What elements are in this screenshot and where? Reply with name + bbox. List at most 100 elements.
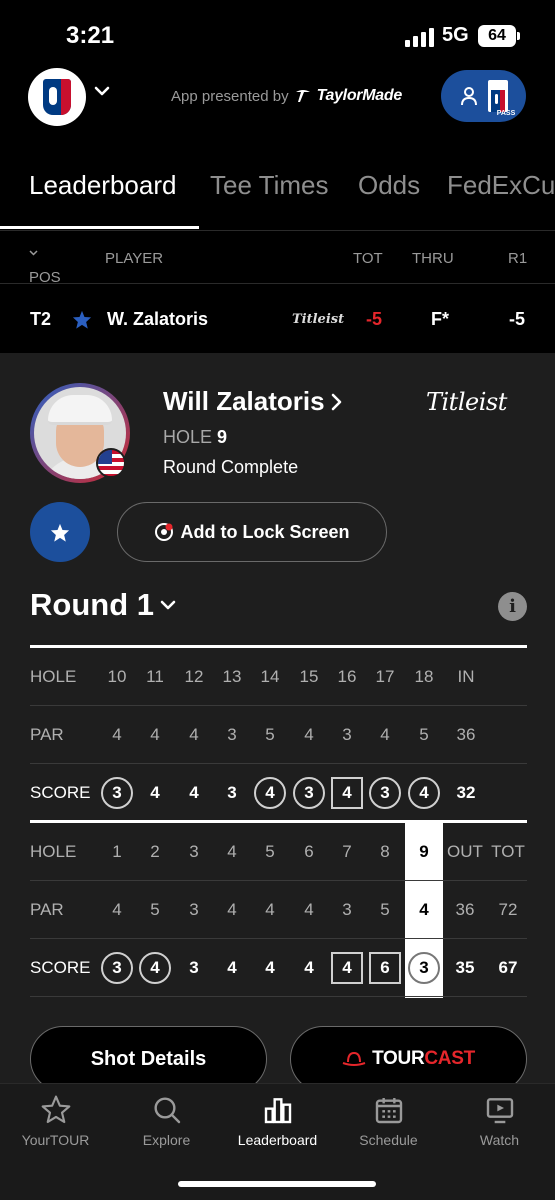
hole-cell: TOT xyxy=(491,842,525,861)
tabbar-label: YourTOUR xyxy=(21,1132,90,1148)
par-cell: 4 xyxy=(112,900,122,919)
score-cell: 4 xyxy=(136,939,174,997)
tour-pass-button[interactable]: PASS xyxy=(441,70,526,122)
par-cell: 4 xyxy=(227,900,237,919)
hole-cell: 4 xyxy=(227,842,237,861)
birdie-marker: 3 xyxy=(408,952,440,984)
score-cell: 3 xyxy=(366,764,404,822)
birdie-marker: 4 xyxy=(254,777,286,809)
row-r1: -5 xyxy=(509,309,526,329)
tabbar-item-schedule[interactable]: Schedule xyxy=(333,1094,444,1148)
hole-cell: 16 xyxy=(337,667,357,686)
score-cell: 3 xyxy=(98,939,136,997)
par-cell: 3 xyxy=(342,900,352,919)
par-cell: 36 xyxy=(456,725,476,744)
row-total: -5 xyxy=(366,309,383,329)
score-cell: 3 xyxy=(405,939,443,997)
row-label: SCORE xyxy=(30,783,91,802)
tabbar-label: Schedule xyxy=(359,1132,418,1148)
pass-label: PASS xyxy=(496,110,516,117)
tourcast-label-a: TOUR xyxy=(372,1048,425,1069)
tot-header: TOT xyxy=(353,250,383,267)
par-cell: 36 xyxy=(455,900,475,919)
par-cell: 72 xyxy=(498,900,518,919)
signal-icon xyxy=(405,28,434,47)
score-cell: 4 xyxy=(265,958,275,977)
par-cell: 4 xyxy=(304,900,314,919)
par-cell: 4 xyxy=(380,725,390,744)
tabbar-item-watch[interactable]: Watch xyxy=(444,1094,555,1148)
hole-cell: 15 xyxy=(299,667,319,686)
tabbar-label: Watch xyxy=(479,1132,520,1148)
par-cell: 4 xyxy=(419,900,429,919)
app-header: App presented by TaylorMade PASS xyxy=(0,62,555,132)
hole-cell: 2 xyxy=(150,842,160,861)
pga-tour-logo[interactable] xyxy=(28,68,86,126)
bogey-marker: 6 xyxy=(369,952,401,984)
score-cell: 4 xyxy=(189,783,199,802)
presented-by: App presented by TaylorMade xyxy=(171,87,402,105)
row-label: HOLE xyxy=(30,667,77,686)
hole-cell: 10 xyxy=(107,667,127,686)
presented-brand: TaylorMade xyxy=(316,87,403,104)
taylormade-logo-icon xyxy=(295,90,310,102)
lock-screen-label: Add to Lock Screen xyxy=(180,521,350,542)
add-to-lock-screen-button[interactable]: Add to Lock Screen xyxy=(117,502,387,562)
tab-leaderboard[interactable]: Leaderboard xyxy=(29,170,176,201)
hole-cell: 3 xyxy=(189,842,199,861)
score-cell: 4 xyxy=(150,783,160,802)
tabbar-label: Leaderboard xyxy=(237,1132,318,1148)
birdie-marker: 4 xyxy=(408,777,440,809)
hole-cell: IN xyxy=(457,667,475,686)
star-icon[interactable] xyxy=(72,310,92,329)
birdie-marker: 3 xyxy=(369,777,401,809)
tabbar-item-yourtour[interactable]: YourTOUR xyxy=(0,1094,111,1148)
favorite-button[interactable] xyxy=(30,502,90,562)
tab-odds[interactable]: Odds xyxy=(358,170,420,201)
hole-row: HOLE 10 11 12 13 14 15 16 17 18 IN xyxy=(30,648,527,706)
chevron-down-icon[interactable] xyxy=(94,86,110,98)
search-icon xyxy=(153,1097,180,1124)
r1-header: R1 xyxy=(508,250,528,267)
info-icon[interactable]: i xyxy=(498,592,527,621)
player-name-link[interactable]: Will Zalatoris xyxy=(163,386,343,417)
par-cell: 4 xyxy=(304,725,314,744)
score-cell: 3 xyxy=(98,764,136,822)
score-cell: 67 xyxy=(498,958,518,977)
tabbar-item-leaderboard[interactable]: Leaderboard xyxy=(222,1094,333,1148)
par-row: PAR 4 4 4 3 5 4 3 4 5 36 xyxy=(30,706,527,764)
par-cell: 5 xyxy=(419,725,429,744)
presented-prefix: App presented by xyxy=(171,87,289,105)
row-label: HOLE xyxy=(30,842,77,861)
chevron-down-icon xyxy=(29,250,38,256)
score-cell: 6 xyxy=(366,939,404,997)
row-position: T2 xyxy=(30,309,52,329)
leaderboard-icon xyxy=(264,1098,291,1124)
score-cell: 4 xyxy=(227,958,237,977)
tab-tee-times[interactable]: Tee Times xyxy=(210,170,329,201)
tab-fedexcup[interactable]: FedExCu xyxy=(447,170,555,201)
hole-cell: 13 xyxy=(222,667,242,686)
tabbar-item-explore[interactable]: Explore xyxy=(111,1094,222,1148)
leaderboard-header: POS PLAYER TOT THRU R1 xyxy=(0,231,555,286)
player-name: Will Zalatoris xyxy=(163,386,325,416)
row-player: W. Zalatoris xyxy=(107,309,209,329)
sponsor-logo: Titleist xyxy=(426,388,507,416)
network-label: 5G xyxy=(442,24,469,46)
scorecard-front-nine: HOLE 1 2 3 4 5 6 7 8 9 OUT TOT PAR 4 5 3 4 4 4 3 5 4 36 72 S… xyxy=(30,820,527,998)
score-cell: 3 xyxy=(189,958,199,977)
scorecard-back-nine: HOLE 10 11 12 13 14 15 16 17 18 IN PAR 4443543453… xyxy=(30,645,527,822)
chevron-down-icon xyxy=(160,600,176,609)
round-selector[interactable]: Round 1 xyxy=(30,587,176,623)
hole-cell: 14 xyxy=(260,667,280,686)
hole-cell: 5 xyxy=(265,842,275,861)
hole-cell: OUT xyxy=(447,842,483,861)
pos-sort-header[interactable]: POS xyxy=(29,250,61,286)
home-indicator xyxy=(178,1181,376,1187)
leaderboard-row[interactable]: T2 W. Zalatoris Titleist -5 F* -5 xyxy=(0,283,555,353)
par-cell: 5 xyxy=(380,900,390,919)
bogey-marker: 4 xyxy=(331,952,363,984)
tabbar-label: Explore xyxy=(142,1132,191,1148)
star-icon xyxy=(41,1095,70,1124)
par-cell: 4 xyxy=(150,725,160,744)
